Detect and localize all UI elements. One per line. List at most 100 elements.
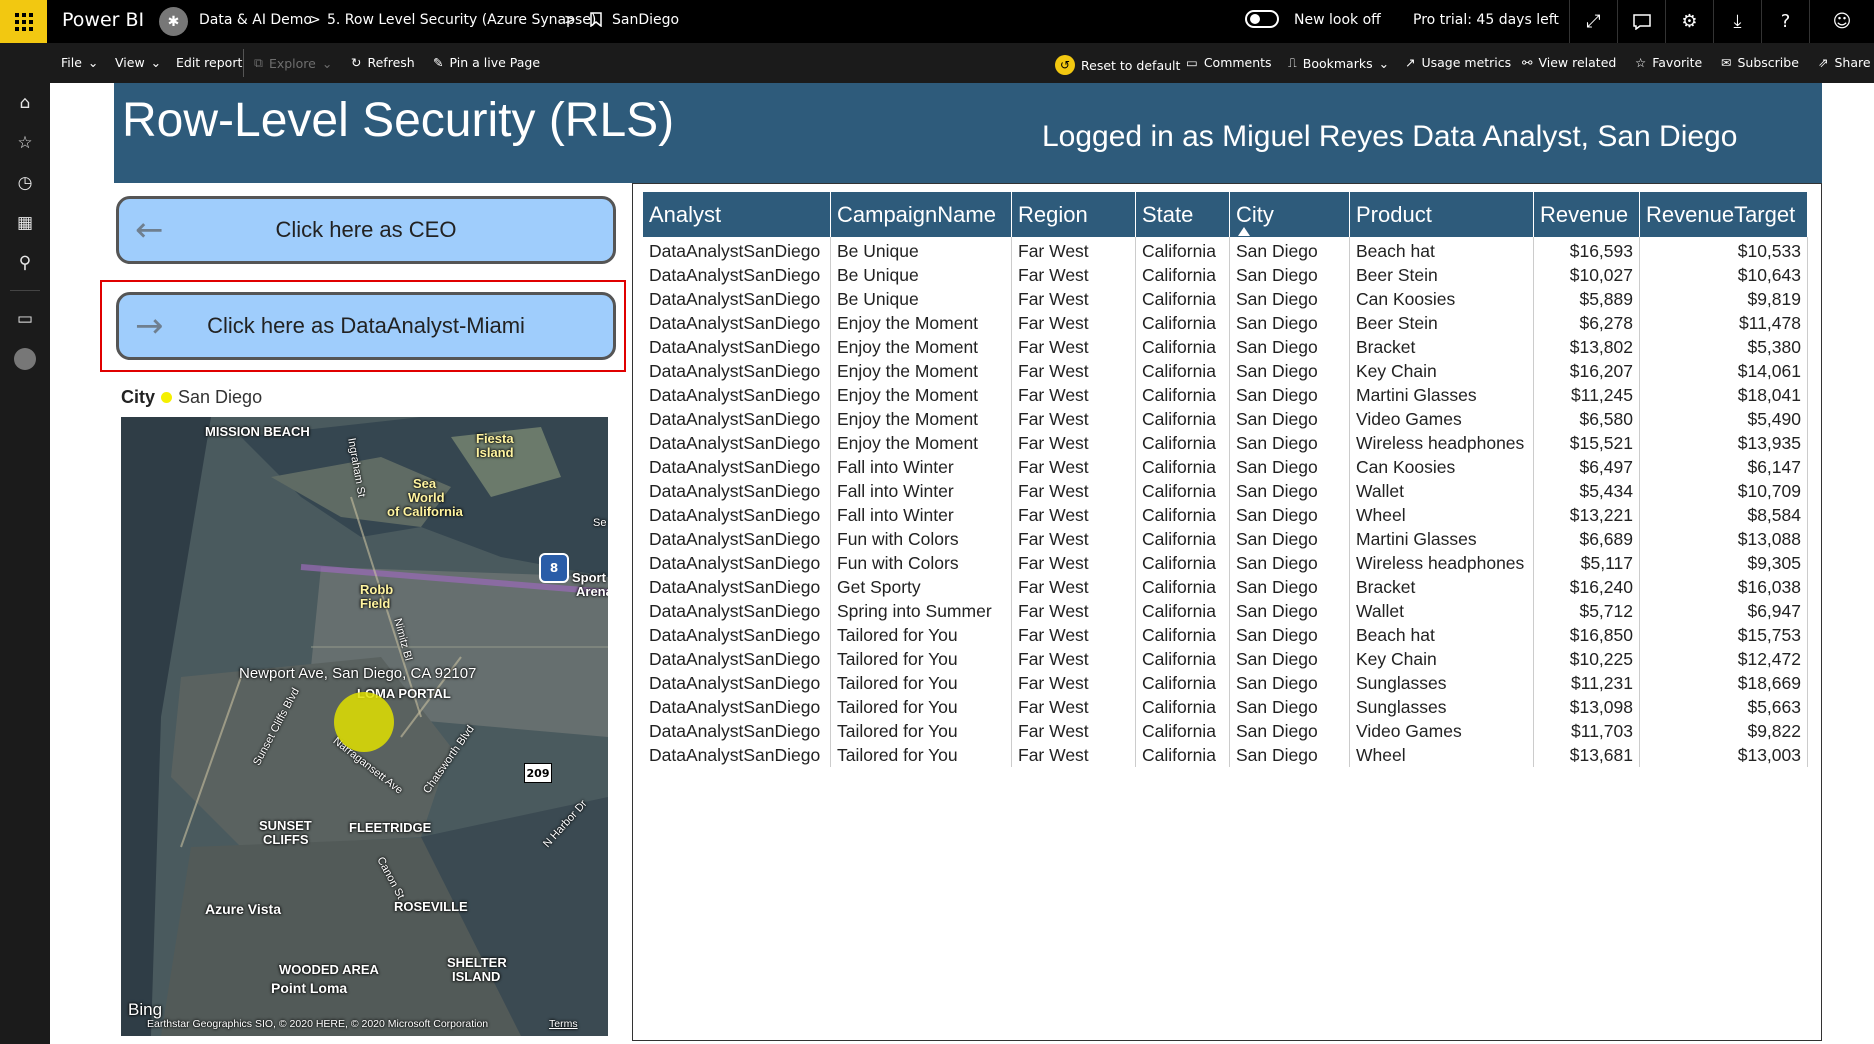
cell-revenue-target: $18,041: [1639, 383, 1808, 407]
app-launcher-icon[interactable]: [0, 0, 47, 43]
map-label: MISSION BEACH: [205, 424, 310, 439]
col-header-campaign[interactable]: CampaignName: [830, 192, 1012, 237]
cell-campaign: Be Unique: [830, 287, 1012, 311]
map-terms-link[interactable]: Terms: [549, 1018, 578, 1030]
cell-revenue-target: $13,935: [1639, 431, 1808, 455]
table-visual[interactable]: Analyst CampaignName Region State City P…: [632, 183, 1822, 1041]
share-icon: ⇗: [1818, 55, 1829, 70]
smiley-icon[interactable]: ☺: [1809, 0, 1874, 43]
cell-revenue-target: $6,947: [1639, 599, 1808, 623]
table-row[interactable]: DataAnalystSanDiego Tailored for You Far W…: [643, 671, 1808, 695]
star-icon[interactable]: ☆: [0, 125, 50, 161]
gear-icon[interactable]: ⚙: [1665, 0, 1713, 43]
col-header-revenue[interactable]: Revenue: [1533, 192, 1640, 237]
cell-city: San Diego: [1229, 383, 1350, 407]
col-header-product[interactable]: Product: [1349, 192, 1534, 237]
favorite-button[interactable]: ☆ Favorite: [1635, 55, 1702, 70]
breadcrumb-page[interactable]: SanDiego: [612, 12, 679, 28]
cell-city: San Diego: [1229, 431, 1350, 455]
workspaces-icon[interactable]: ▭: [0, 301, 50, 337]
map-visual[interactable]: MISSION BEACH Fiesta Island Ingraham St …: [121, 417, 608, 1036]
cell-product: Can Koosies: [1349, 287, 1534, 311]
cell-product: Wheel: [1349, 743, 1534, 767]
table-row[interactable]: DataAnalystSanDiego Fun with Colors Far We…: [643, 527, 1808, 551]
cell-region: Far West: [1011, 335, 1136, 359]
table-row[interactable]: DataAnalystSanDiego Be Unique Far West Cali…: [643, 237, 1808, 263]
share-button[interactable]: ⇗ Share: [1818, 55, 1871, 70]
table-row[interactable]: DataAnalystSanDiego Fall into Winter Far W…: [643, 503, 1808, 527]
table-row[interactable]: DataAnalystSanDiego Tailored for You Far W…: [643, 695, 1808, 719]
cell-region: Far West: [1011, 527, 1136, 551]
map-label: Sport: [572, 570, 606, 585]
comments-button[interactable]: ▭ Comments: [1186, 55, 1272, 70]
table-row[interactable]: DataAnalystSanDiego Fall into Winter Far W…: [643, 479, 1808, 503]
table-row[interactable]: DataAnalystSanDiego Enjoy the Moment Far W…: [643, 311, 1808, 335]
cell-city: San Diego: [1229, 335, 1350, 359]
view-menu[interactable]: View ⌄: [115, 55, 161, 70]
table-row[interactable]: DataAnalystSanDiego Enjoy the Moment Far W…: [643, 335, 1808, 359]
cell-region: Far West: [1011, 479, 1136, 503]
expand-icon[interactable]: ⤢: [1569, 0, 1617, 43]
table-row[interactable]: DataAnalystSanDiego Tailored for You Far W…: [643, 623, 1808, 647]
route-shield-icon: 209: [524, 763, 552, 783]
feedback-icon[interactable]: [1617, 0, 1665, 43]
table-row[interactable]: DataAnalystSanDiego Be Unique Far West Cali…: [643, 287, 1808, 311]
new-look-toggle[interactable]: [1245, 10, 1279, 28]
table-row[interactable]: DataAnalystSanDiego Fall into Winter Far W…: [643, 455, 1808, 479]
col-header-region[interactable]: Region: [1011, 192, 1136, 237]
table-row[interactable]: DataAnalystSanDiego Enjoy the Moment Far W…: [643, 431, 1808, 455]
home-icon[interactable]: ⌂: [0, 85, 50, 121]
view-related-button[interactable]: ⚯ View related: [1522, 55, 1616, 70]
col-header-city[interactable]: City: [1229, 192, 1350, 237]
usage-metrics-button[interactable]: ↗ Usage metrics: [1405, 55, 1511, 70]
col-header-revenue-target[interactable]: RevenueTarget: [1639, 192, 1808, 237]
breadcrumb-report[interactable]: 5. Row Level Security (Azure Synapse): [327, 12, 596, 28]
workspace-avatar-icon[interactable]: [0, 341, 50, 377]
table-row[interactable]: DataAnalystSanDiego Enjoy the Moment Far W…: [643, 359, 1808, 383]
cell-revenue: $13,681: [1533, 743, 1640, 767]
data-table: Analyst CampaignName Region State City P…: [643, 192, 1808, 767]
table-row[interactable]: DataAnalystSanDiego Spring into Summer Far…: [643, 599, 1808, 623]
col-header-analyst[interactable]: Analyst: [643, 192, 831, 237]
table-row[interactable]: DataAnalystSanDiego Tailored for You Far W…: [643, 719, 1808, 743]
cell-product: Key Chain: [1349, 359, 1534, 383]
table-row[interactable]: DataAnalystSanDiego Tailored for You Far W…: [643, 647, 1808, 671]
bookmarks-menu[interactable]: ⎍ Bookmarks ⌄: [1288, 55, 1389, 71]
cell-region: Far West: [1011, 719, 1136, 743]
cell-product: Beach hat: [1349, 237, 1534, 263]
trial-status[interactable]: Pro trial: 45 days left: [1413, 12, 1559, 28]
cell-revenue-target: $10,643: [1639, 263, 1808, 287]
refresh-button[interactable]: ↻ Refresh: [351, 55, 415, 70]
table-row[interactable]: DataAnalystSanDiego Enjoy the Moment Far W…: [643, 407, 1808, 431]
edit-report-button[interactable]: Edit report: [176, 55, 242, 70]
cell-revenue-target: $16,038: [1639, 575, 1808, 599]
cell-revenue: $6,689: [1533, 527, 1640, 551]
cell-product: Video Games: [1349, 407, 1534, 431]
apps-icon[interactable]: ▦: [0, 205, 50, 241]
table-row[interactable]: DataAnalystSanDiego Get Sporty Far West Cal…: [643, 575, 1808, 599]
table-row[interactable]: DataAnalystSanDiego Enjoy the Moment Far W…: [643, 383, 1808, 407]
legend-value[interactable]: San Diego: [178, 387, 262, 408]
cell-revenue: $13,098: [1533, 695, 1640, 719]
san-diego-bubble[interactable]: [334, 692, 394, 752]
reset-default-button[interactable]: ↺ Reset to default: [1055, 55, 1180, 75]
clock-icon[interactable]: ◷: [0, 165, 50, 201]
col-header-state[interactable]: State: [1135, 192, 1230, 237]
cell-revenue-target: $10,533: [1639, 237, 1808, 263]
table-row[interactable]: DataAnalystSanDiego Tailored for You Far W…: [643, 743, 1808, 767]
table-row[interactable]: DataAnalystSanDiego Be Unique Far West Cali…: [643, 263, 1808, 287]
subscribe-button[interactable]: ✉ Subscribe: [1721, 55, 1799, 70]
ceo-button[interactable]: ← Click here as CEO: [116, 196, 616, 264]
miami-analyst-button[interactable]: → Click here as DataAnalyst-Miami: [116, 292, 616, 360]
file-menu[interactable]: File ⌄: [61, 55, 98, 70]
pin-live-page-button[interactable]: ✎ Pin a live Page: [433, 55, 540, 70]
cell-city: San Diego: [1229, 623, 1350, 647]
shared-icon[interactable]: ⚲: [0, 245, 50, 281]
brand-name[interactable]: Power BI: [62, 9, 144, 31]
download-icon[interactable]: ⤓: [1713, 0, 1761, 43]
cell-campaign: Spring into Summer: [830, 599, 1012, 623]
breadcrumb-workspace[interactable]: Data & AI Demo: [199, 12, 312, 28]
help-icon[interactable]: ?: [1761, 0, 1809, 43]
table-row[interactable]: DataAnalystSanDiego Fun with Colors Far We…: [643, 551, 1808, 575]
cell-state: California: [1135, 359, 1230, 383]
